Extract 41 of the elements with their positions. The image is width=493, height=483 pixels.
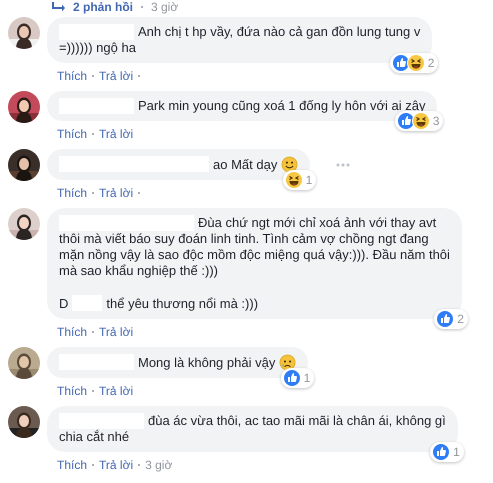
reaction-badge[interactable]: 3 bbox=[394, 111, 444, 131]
like-link[interactable]: Thích bbox=[57, 325, 88, 339]
replies-link[interactable]: 2 phản hồi bbox=[73, 0, 133, 14]
comment-text: thể yêu thương nổi mà :))) bbox=[106, 296, 258, 311]
comment-text: chia cắt nhé bbox=[59, 429, 130, 444]
laughing-face-icon bbox=[412, 112, 430, 130]
sad-face-icon bbox=[279, 354, 296, 371]
laughing-face-icon bbox=[406, 54, 425, 72]
laughing-face-icon bbox=[284, 171, 303, 189]
reply-link[interactable]: Trả lời bbox=[99, 69, 134, 83]
thumbs-up-icon bbox=[432, 443, 450, 461]
like-link[interactable]: Thích bbox=[57, 127, 88, 141]
comment-text: đùa ác vừa thôi, ac tao mãi mãi là chân ái, không gì bbox=[148, 413, 446, 428]
comment-text: D bbox=[59, 296, 68, 311]
like-link[interactable]: Thích bbox=[57, 458, 88, 472]
reaction-badge[interactable]: 1 bbox=[280, 368, 314, 388]
reply-link[interactable]: Trả lời bbox=[99, 458, 134, 472]
comment-text: thôi mà viết báo suy đoán linh tinh. Tình cảm vợ chồng ngt đang mặn nồng vậy là sao độc mồm độc miệng quá vậy:))). Đầu năm thôi mà sao khẩu nghiệp thế :))) bbox=[59, 231, 450, 279]
reply-link[interactable]: Trả lời bbox=[99, 384, 134, 398]
thumbs-up-icon bbox=[436, 310, 454, 328]
reaction-badge[interactable]: 2 bbox=[434, 309, 468, 329]
timestamp: 3 giờ bbox=[145, 458, 172, 472]
smiling-face-icon bbox=[281, 156, 298, 173]
timestamp: 3 giờ bbox=[151, 0, 178, 14]
reply-link[interactable]: Trả lời bbox=[99, 186, 134, 200]
reply-arrow-icon bbox=[52, 2, 65, 12]
like-link[interactable]: Thích bbox=[57, 69, 88, 83]
like-link[interactable]: Thích bbox=[57, 186, 88, 200]
comment-text: Mong là không phải vậy bbox=[138, 355, 276, 370]
reply-link[interactable]: Trả lời bbox=[99, 127, 134, 141]
like-link[interactable]: Thích bbox=[57, 384, 88, 398]
reaction-badge[interactable]: 1 bbox=[282, 170, 316, 190]
comment-text: ao Mất dạy bbox=[213, 157, 278, 172]
more-icon[interactable] bbox=[336, 162, 350, 166]
comment-text: =)))))) ngộ ha bbox=[59, 40, 136, 55]
thumbs-up-icon bbox=[282, 369, 301, 387]
comment-text: Anh chị t hp vầy, đứa nào cả gan đồn lung tung v bbox=[138, 24, 420, 39]
comment-text: Đùa chứ ngt mới chỉ xoá ảnh với thay avt bbox=[198, 215, 436, 230]
reaction-badge[interactable]: 1 bbox=[430, 442, 464, 462]
reaction-badge[interactable]: 2 bbox=[390, 53, 438, 73]
reply-link[interactable]: Trả lời bbox=[99, 325, 134, 339]
